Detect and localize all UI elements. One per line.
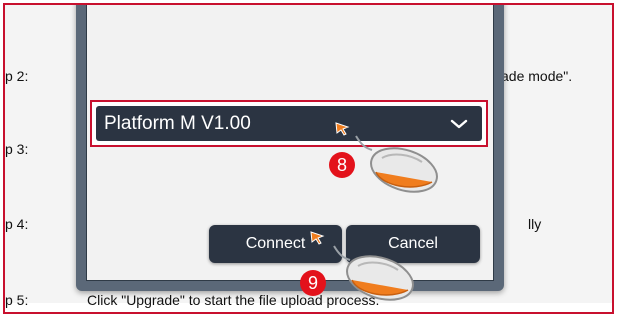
step-3-label: p 3:	[5, 141, 29, 157]
platform-select-value: Platform M V1.00	[104, 112, 251, 134]
step-4-label: p 4:	[5, 216, 29, 232]
step-8-badge: 8	[329, 152, 355, 178]
step-9-badge: 9	[300, 270, 326, 296]
cursor-arrow-icon	[335, 122, 350, 136]
step-5-label: p 5:	[5, 292, 29, 308]
mouse-icon	[355, 135, 438, 193]
mouse-icon	[333, 245, 414, 301]
step-4-text-fragment: lly	[528, 216, 542, 232]
chevron-down-icon	[450, 119, 468, 128]
cursor-arrow-icon	[310, 231, 325, 245]
screenshot-frame: p 2: ade mode". p 3: p 4: lly p 5: Click…	[3, 3, 614, 314]
step-2-text-fragment: ade mode".	[501, 68, 573, 84]
step-2-label: p 2:	[5, 68, 29, 84]
